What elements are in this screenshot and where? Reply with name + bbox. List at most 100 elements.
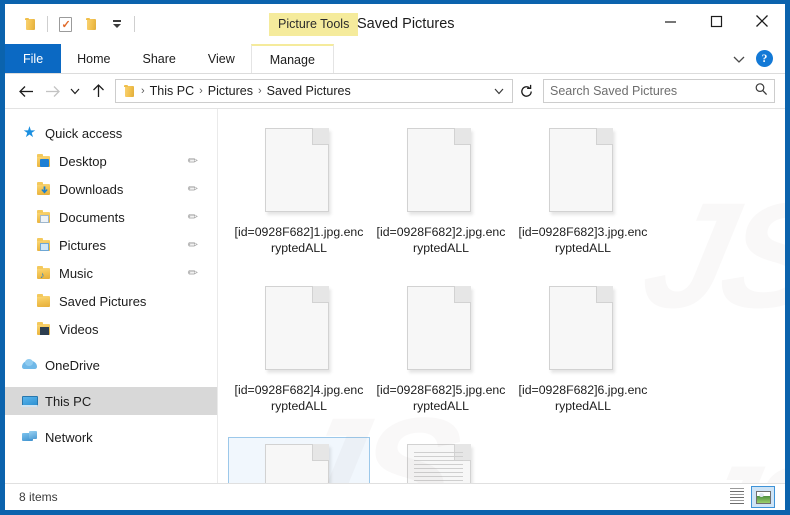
minimize-button[interactable] [647, 4, 693, 38]
contextual-tab-group-label: Picture Tools [269, 13, 359, 36]
customize-dropdown-icon[interactable] [104, 11, 130, 37]
pin-icon[interactable]: ✐ [183, 180, 200, 197]
file-item[interactable]: [id=0928F682]3.jpg.encryptedALL [512, 121, 654, 279]
folder-pictures-icon [35, 237, 52, 253]
breadcrumb-separator-1[interactable]: › [197, 85, 205, 97]
back-button[interactable] [13, 78, 39, 104]
file-item[interactable]: [id=0928F682]2.jpg.encryptedALL [370, 121, 512, 279]
tab-share[interactable]: Share [127, 44, 192, 73]
sidebar-item-saved-pictures[interactable]: Saved Pictures [5, 287, 217, 315]
cloud-icon [21, 357, 38, 373]
refresh-icon[interactable] [513, 79, 539, 103]
details-view-icon [730, 488, 744, 506]
item-count: 8 items [19, 490, 58, 504]
breadcrumb[interactable]: › This PC › Pictures › Saved Pictures [115, 79, 513, 103]
folder-icon[interactable] [17, 11, 43, 37]
up-button[interactable] [85, 78, 111, 104]
breadcrumb-dropdown-icon[interactable] [488, 85, 510, 97]
file-item-selected[interactable]: [id=0928F682]7.jpg.encryptedALL [228, 437, 370, 483]
sidebar-item-label: This PC [45, 393, 92, 409]
network-icon [21, 429, 38, 445]
file-name: [id=0928F682]2.jpg.encryptedALL [376, 225, 506, 255]
tab-file[interactable]: File [5, 44, 62, 73]
sidebar-item-music[interactable]: ♪ Music ✐ [5, 259, 217, 287]
file-name: [id=0928F682]6.jpg.encryptedALL [518, 383, 648, 413]
file-name: [id=0928F682]3.jpg.encryptedALL [518, 225, 648, 255]
sidebar-item-label: Music [59, 265, 93, 281]
sidebar-item-videos[interactable]: Videos [5, 315, 217, 343]
folder-videos-icon [35, 321, 52, 337]
status-bar: 8 items [5, 483, 785, 510]
sidebar-item-label: OneDrive [45, 357, 100, 373]
encrypted-file-icon [265, 286, 333, 374]
new-folder-icon[interactable] [78, 11, 104, 37]
navigation-pane: ★ Quick access Desktop ✐ Downloads ✐ Doc… [5, 109, 218, 483]
file-item[interactable]: [id=0928F682]6.jpg.encryptedALL [512, 279, 654, 437]
file-name: [id=0928F682]5.jpg.encryptedALL [376, 383, 506, 413]
breadcrumb-separator-2[interactable]: › [256, 85, 264, 97]
breadcrumb-item-saved-pictures[interactable]: Saved Pictures [264, 84, 354, 98]
pin-icon[interactable]: ✐ [183, 208, 200, 225]
search-icon[interactable] [754, 82, 768, 101]
encrypted-file-icon [549, 128, 617, 216]
sidebar-item-label: Pictures [59, 237, 106, 253]
computer-icon [21, 393, 38, 409]
sidebar-item-desktop[interactable]: Desktop ✐ [5, 147, 217, 175]
large-icons-view-button[interactable] [751, 486, 775, 508]
sidebar-item-onedrive[interactable]: OneDrive [5, 351, 217, 379]
breadcrumb-item-this-pc[interactable]: This PC [147, 84, 197, 98]
sidebar-item-documents[interactable]: Documents ✐ [5, 203, 217, 231]
address-bar: › This PC › Pictures › Saved Pictures [5, 74, 785, 108]
search-input[interactable] [550, 84, 754, 98]
sidebar-item-network[interactable]: Network [5, 423, 217, 451]
sidebar-item-label: Quick access [45, 125, 123, 141]
details-view-button[interactable] [725, 486, 749, 508]
folder-desktop-icon [35, 153, 52, 169]
watermark-text: JS [673, 439, 785, 483]
chevron-down-icon[interactable] [732, 52, 746, 66]
sidebar-item-label: Documents [59, 209, 125, 225]
toolbar-divider-2 [134, 16, 135, 32]
pin-icon[interactable]: ✐ [183, 236, 200, 253]
tab-home[interactable]: Home [61, 44, 126, 73]
tab-manage[interactable]: Manage [250, 44, 334, 73]
breadcrumb-separator-0: › [141, 84, 145, 97]
sidebar-item-downloads[interactable]: Downloads ✐ [5, 175, 217, 203]
sidebar-item-label: Desktop [59, 153, 107, 169]
pin-icon[interactable]: ✐ [183, 152, 200, 169]
breadcrumb-item-pictures[interactable]: Pictures [205, 84, 256, 98]
sidebar-item-label: Videos [59, 321, 99, 337]
sidebar-item-pictures[interactable]: Pictures ✐ [5, 231, 217, 259]
file-item[interactable]: Read Me.txt [370, 437, 512, 483]
file-explorer-window: ✓ Picture Tools Saved Pictures File Home… [0, 0, 790, 515]
sidebar-item-quick-access[interactable]: ★ Quick access [5, 119, 217, 147]
help-icon[interactable]: ? [756, 50, 773, 67]
encrypted-file-icon [407, 286, 475, 374]
search-box[interactable] [543, 79, 775, 103]
large-icons-view-icon [755, 490, 771, 504]
view-mode-buttons [725, 486, 781, 508]
folder-documents-icon [35, 209, 52, 225]
file-item[interactable]: [id=0928F682]4.jpg.encryptedALL [228, 279, 370, 437]
file-name: [id=0928F682]4.jpg.encryptedALL [234, 383, 364, 413]
maximize-button[interactable] [693, 4, 739, 38]
file-list[interactable]: JS JS JS [id=0928F682]1.jpg.encryptedALL… [218, 109, 785, 483]
sidebar-item-label: Saved Pictures [59, 293, 147, 309]
ribbon-tab-strip: File Home Share View Manage ? [5, 44, 785, 74]
sidebar-item-label: Network [45, 429, 93, 445]
encrypted-file-icon [265, 128, 333, 216]
pin-icon[interactable]: ✐ [183, 264, 200, 281]
tab-view[interactable]: View [192, 44, 251, 73]
breadcrumb-folder-icon[interactable] [123, 84, 136, 98]
file-item[interactable]: [id=0928F682]5.jpg.encryptedALL [370, 279, 512, 437]
file-name: [id=0928F682]1.jpg.encryptedALL [234, 225, 364, 255]
text-file-icon [407, 444, 475, 483]
recent-locations-button[interactable] [65, 78, 85, 104]
file-item[interactable]: [id=0928F682]1.jpg.encryptedALL [228, 121, 370, 279]
quick-access-toolbar: ✓ [5, 11, 139, 37]
window-title: Saved Pictures [357, 16, 455, 32]
sidebar-item-this-pc[interactable]: This PC [5, 387, 217, 415]
close-button[interactable] [739, 4, 785, 38]
forward-button[interactable] [39, 78, 65, 104]
properties-icon[interactable]: ✓ [52, 11, 78, 37]
